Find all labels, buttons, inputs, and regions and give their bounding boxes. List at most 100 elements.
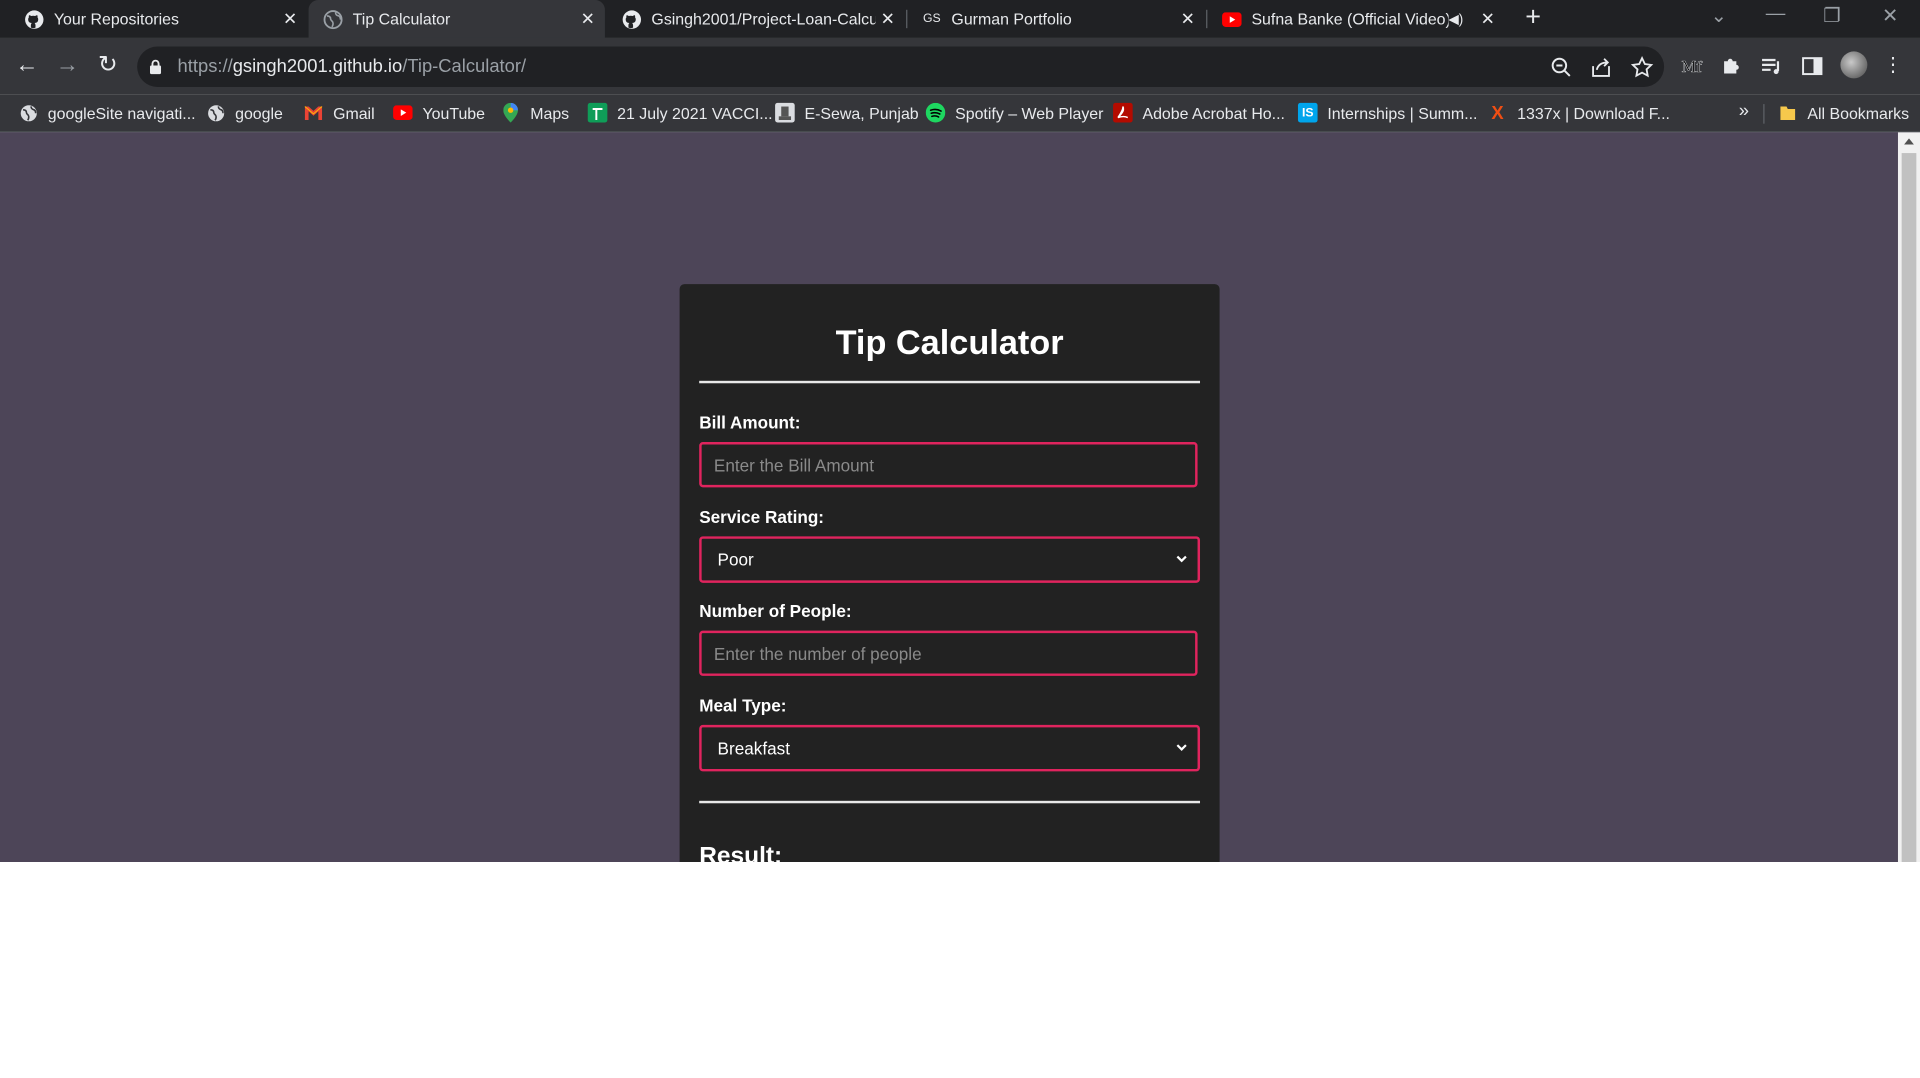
github-icon	[622, 9, 642, 29]
bookmark-internships[interactable]: IS Internships | Summ...	[1297, 94, 1478, 131]
globe-icon	[323, 9, 343, 29]
chevron-down-icon	[1176, 555, 1187, 563]
tab-strip: Your Repositories ✕ Tip Calculator ✕ Gsi…	[0, 0, 1920, 38]
browser-window: Your Repositories ✕ Tip Calculator ✕ Gsi…	[0, 0, 1920, 863]
tab-search-icon[interactable]: ⌄	[1711, 4, 1727, 28]
minimize-icon[interactable]: —	[1766, 4, 1786, 26]
puzzle-icon[interactable]	[1719, 54, 1743, 78]
page-title: Tip Calculator	[835, 323, 1064, 362]
bookmark-label: googleSite navigati...	[47, 103, 196, 122]
youtube-icon	[1222, 9, 1242, 29]
bookmark-adobe-acrobat[interactable]: Adobe Acrobat Ho...	[1113, 94, 1285, 131]
meal-type-select[interactable]: Breakfast	[699, 724, 1201, 772]
globe-icon	[18, 103, 38, 123]
tab-your-repositories[interactable]: Your Repositories ✕	[10, 0, 308, 38]
bookmark-vaccination-sheet[interactable]: 21 July 2021 VACCI...	[587, 94, 773, 131]
x-icon: X	[1491, 102, 1504, 124]
lock-icon[interactable]	[149, 59, 162, 75]
tab-title: Sufna Banke (Official Video)	[1251, 9, 1449, 29]
bookmark-label: google	[235, 103, 283, 122]
chevron-down-icon	[1176, 744, 1187, 751]
bookmark-label: YouTube	[422, 103, 486, 122]
bookmark-google[interactable]: google	[206, 94, 283, 131]
tab-title: Tip Calculator	[352, 9, 451, 29]
tab-sufna-banke[interactable]: Sufna Banke (Official Video) ◀) ✕	[1207, 0, 1505, 38]
bookmark-label: Maps	[530, 103, 570, 122]
service-rating-label: Service Rating:	[699, 506, 825, 527]
blank-area	[0, 862, 1920, 1078]
bookmark-youtube[interactable]: YouTube	[393, 94, 485, 131]
maps-icon	[501, 102, 521, 123]
bookmark-label: 1337x | Download F...	[1517, 103, 1670, 122]
bookmark-spotify[interactable]: Spotify – Web Player	[925, 94, 1103, 131]
forward-icon[interactable]: →	[53, 51, 82, 80]
close-tab-icon[interactable]: ✕	[876, 9, 900, 30]
new-tab-icon[interactable]: +	[1518, 3, 1547, 33]
bookmark-maps[interactable]: Maps	[501, 94, 569, 131]
page-scrollbar[interactable]	[1897, 132, 1920, 863]
bookmark-label: 21 July 2021 VACCI...	[617, 103, 773, 122]
url-host: gsingh2001.github.io	[232, 56, 403, 78]
tab-loan-calculator-repo[interactable]: Gsingh2001/Project-Loan-Calcul ✕	[607, 0, 905, 38]
close-tab-icon[interactable]: ✕	[1176, 9, 1200, 30]
url-path: /Tip-Calculator/	[402, 56, 527, 78]
address-bar[interactable]: https://gsingh2001.github.io/Tip-Calcula…	[137, 46, 1665, 87]
bookmark-label: Adobe Acrobat Ho...	[1142, 103, 1285, 122]
reload-icon[interactable]: ↻	[93, 51, 122, 80]
extension-mm-icon[interactable]: Mf	[1679, 54, 1703, 78]
people-input[interactable]	[699, 630, 1198, 676]
bookmark-googlesite[interactable]: googleSite navigati...	[18, 94, 196, 131]
tab-title: Gurman Portfolio	[951, 9, 1072, 29]
bookmark-esewa-punjab[interactable]: E-Sewa, Punjab	[775, 94, 919, 131]
service-rating-select[interactable]: Poor	[699, 536, 1201, 583]
youtube-icon	[393, 103, 413, 123]
page-viewport: Tip Calculator Bill Amount: Service Rati…	[0, 132, 1920, 863]
zoom-icon[interactable]	[1549, 55, 1573, 79]
bookmarks-separator	[1763, 104, 1765, 124]
result-heading: Result:	[699, 842, 783, 863]
browser-toolbar: ← → ↻ https://gsingh2001.github.io/Tip-C…	[0, 37, 1920, 95]
side-panel-icon[interactable]	[1800, 54, 1824, 78]
profile-avatar[interactable]	[1840, 51, 1868, 79]
gmail-icon	[304, 103, 324, 123]
acrobat-icon	[1113, 102, 1133, 123]
all-bookmarks-button[interactable]: All Bookmarks	[1778, 94, 1909, 131]
meal-type-label: Meal Type:	[699, 695, 787, 716]
bill-amount-label: Bill Amount:	[699, 412, 801, 433]
spotify-icon	[925, 102, 946, 123]
people-label: Number of People:	[699, 601, 852, 621]
folder-icon	[1778, 103, 1798, 123]
close-tab-icon[interactable]: ✕	[278, 9, 302, 30]
back-icon[interactable]: ←	[12, 51, 41, 80]
close-tab-icon[interactable]: ✕	[576, 9, 600, 30]
tab-gurman-portfolio[interactable]: GS Gurman Portfolio ✕	[907, 0, 1205, 38]
bookmark-label: Internships | Summ...	[1327, 103, 1478, 122]
more-bookmarks-icon[interactable]: »	[1739, 100, 1749, 121]
url-text[interactable]: https://gsingh2001.github.io/Tip-Calcula…	[178, 56, 527, 77]
close-tab-icon[interactable]: ✕	[1476, 9, 1500, 30]
bookmark-1337x[interactable]: X 1337x | Download F...	[1488, 94, 1670, 131]
tab-title: Gsingh2001/Project-Loan-Calcul	[651, 9, 876, 29]
media-queue-icon[interactable]	[1760, 54, 1784, 78]
scroll-up-arrow-icon[interactable]	[1904, 138, 1914, 145]
scrollbar-thumb[interactable]	[1901, 153, 1917, 863]
bookmark-star-icon[interactable]	[1630, 55, 1654, 79]
bookmark-label: Gmail	[333, 103, 375, 122]
internshala-icon: IS	[1297, 102, 1318, 123]
title-divider	[699, 380, 1201, 384]
all-bookmarks-label: All Bookmarks	[1807, 103, 1910, 122]
svg-text:Mf: Mf	[1681, 59, 1703, 76]
speaker-icon[interactable]: ◀)	[1448, 11, 1463, 27]
globe-icon	[206, 103, 226, 123]
url-scheme: https://	[177, 56, 233, 78]
service-rating-value: Poor	[717, 549, 754, 570]
maximize-icon[interactable]: ❐	[1823, 4, 1841, 28]
bookmark-gmail[interactable]: Gmail	[304, 94, 375, 131]
emblem-icon	[775, 102, 795, 123]
close-window-icon[interactable]: ✕	[1882, 4, 1898, 28]
calculator-card: Tip Calculator Bill Amount: Service Rati…	[679, 284, 1220, 863]
bill-amount-input[interactable]	[699, 442, 1198, 488]
share-icon[interactable]	[1589, 55, 1613, 79]
menu-kebab-icon[interactable]: ⋮	[1878, 51, 1907, 80]
tab-tip-calculator[interactable]: Tip Calculator ✕	[308, 0, 605, 38]
